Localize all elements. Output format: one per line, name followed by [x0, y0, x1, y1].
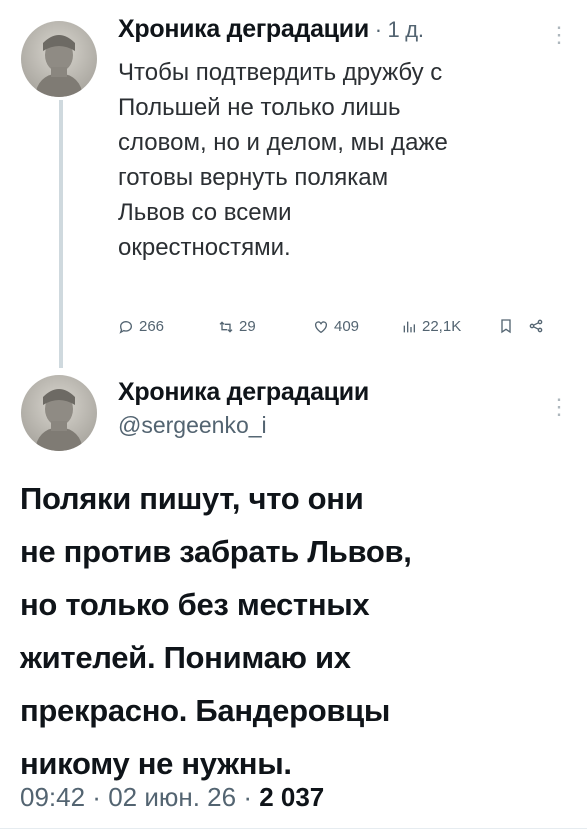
bookmark-action[interactable]	[498, 318, 514, 334]
views-count: 22,1K	[422, 318, 462, 335]
retweet-icon	[219, 320, 233, 333]
more-icon[interactable]: ⋮	[548, 24, 570, 46]
divider	[0, 828, 587, 829]
time-separator: ·	[368, 17, 388, 42]
share-icon	[529, 319, 543, 333]
thread-line	[59, 100, 63, 368]
share-action[interactable]	[528, 318, 544, 334]
tweet-meta: 09:42 · 02 июн. 26 · 2 037	[20, 782, 324, 813]
more-icon[interactable]: ⋮	[548, 396, 570, 418]
meta-separator: ·	[85, 782, 109, 812]
author-name[interactable]: Хроника деградации	[118, 15, 369, 43]
tweet-time[interactable]: 09:42	[20, 782, 85, 812]
author-line: Хроника деградации · 1 д.	[118, 15, 424, 44]
like-icon	[315, 320, 327, 333]
reply-action[interactable]: 266	[118, 318, 164, 335]
avatar[interactable]	[21, 21, 97, 97]
reply-icon	[119, 320, 133, 334]
like-action[interactable]: 409	[313, 318, 359, 335]
retweet-action[interactable]: 29	[218, 318, 256, 335]
reply-count: 266	[139, 318, 165, 335]
author-handle[interactable]: @sergeenko_i	[118, 412, 267, 439]
views-count[interactable]: 2 037	[259, 782, 324, 812]
views-icon	[403, 321, 415, 332]
avatar-image	[35, 389, 83, 451]
tweet-text: Чтобы подтвердить дружбу с Польшей не то…	[118, 59, 448, 261]
author-name[interactable]: Хроника деградации	[118, 378, 369, 407]
views-action[interactable]: 22,1K	[401, 318, 461, 335]
action-bar: 266 29 409 22,1K	[118, 318, 563, 342]
like-count: 409	[334, 318, 360, 335]
avatar-image	[35, 35, 83, 97]
bookmark-icon	[501, 319, 511, 334]
meta-separator: ·	[236, 782, 260, 812]
tweet-date[interactable]: 02 июн. 26	[108, 782, 236, 812]
tweet-text: Поляки пишут, что они не против забрать …	[20, 481, 412, 781]
retweet-count: 29	[239, 318, 256, 335]
avatar[interactable]	[21, 375, 97, 451]
tweet-time[interactable]: 1 д.	[388, 17, 424, 42]
